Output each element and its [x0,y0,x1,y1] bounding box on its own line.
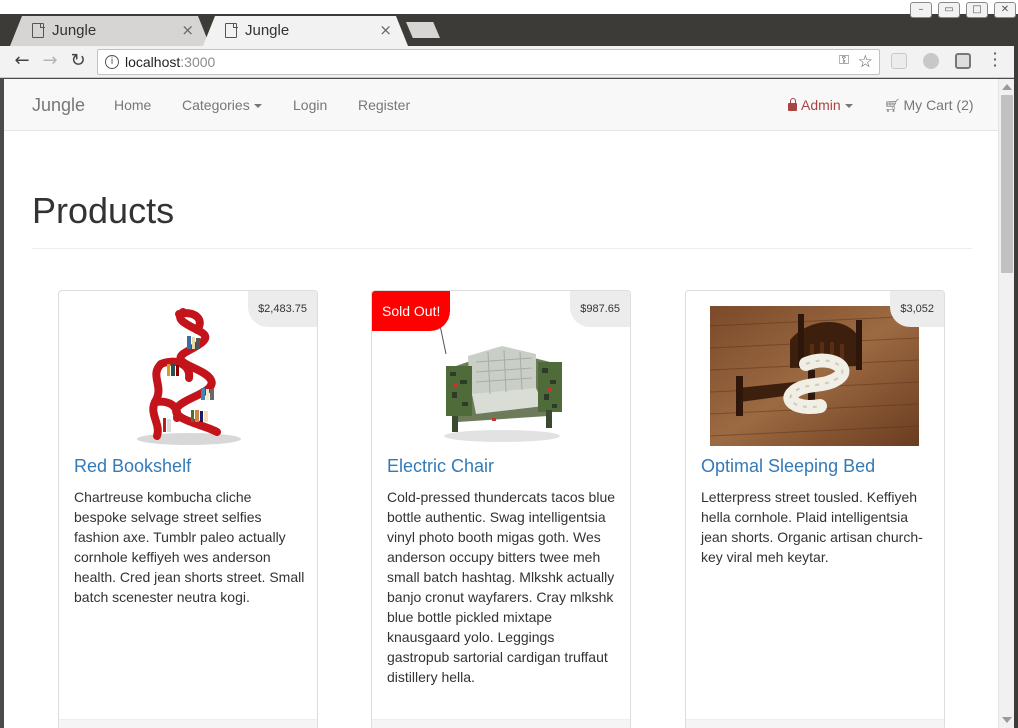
product-card: Sold Out! $987.65 Electric Chair Cold-pr… [371,290,631,728]
divider [32,248,972,249]
browser-tab-1[interactable]: Jungle × [10,16,210,46]
price-badge: $2,483.75 [248,291,317,327]
nav-admin[interactable]: Admin [788,97,853,113]
react-devtools-icon[interactable] [955,53,971,69]
tab-title: Jungle [245,22,290,39]
product-card: $3,052 Optimal Sleeping Bed Letterpress … [685,290,945,728]
page-title: Products [32,190,175,231]
back-icon[interactable]: ← [11,50,33,72]
page-viewport: Jungle Home Categories Login Register Ad… [4,79,998,728]
window-controls: – ▭ □ ✕ [910,2,1016,18]
card-footer [686,719,944,728]
menu-icon[interactable]: · · · [990,46,1000,74]
card-footer [372,719,630,728]
tab-title: Jungle [52,22,97,39]
minimize-icon[interactable]: – [910,2,932,18]
extension-icon[interactable] [891,53,907,69]
nav-register[interactable]: Register [358,97,410,113]
address-bar[interactable]: i localhost:3000 ⚿ ☆ [97,49,880,75]
price-badge: $3,052 [890,291,944,327]
restore-icon[interactable]: ▭ [938,2,960,18]
cart-icon: 🛒︎ [884,99,901,114]
nav-login[interactable]: Login [293,97,327,113]
window-border [1014,46,1018,728]
product-title-link[interactable]: Electric Chair [387,456,494,477]
product-image-red-bookshelf[interactable] [131,306,247,446]
maximize-icon[interactable]: □ [966,2,988,18]
reload-icon[interactable]: ↻ [67,50,89,72]
vertical-scrollbar[interactable] [998,79,1014,728]
sold-out-badge: Sold Out! [372,291,451,331]
product-title-link[interactable]: Red Bookshelf [74,456,191,477]
page-icon [225,22,238,38]
product-description: Cold-pressed thundercats tacos blue bott… [387,489,616,685]
site-navbar: Jungle Home Categories Login Register Ad… [4,79,998,131]
product-description: Letterpress street tousled. Keffiyeh hel… [701,489,923,565]
tab-close-icon[interactable]: × [379,21,392,39]
product-image-optimal-sleeping-bed[interactable] [710,306,919,446]
url-port: :3000 [180,54,216,70]
extension-icon[interactable] [923,53,939,69]
window-close-icon[interactable]: ✕ [994,2,1016,18]
caret-down-icon [253,104,262,109]
brand-link[interactable]: Jungle [32,95,85,116]
card-footer [59,719,317,728]
nav-home[interactable]: Home [114,97,151,113]
tab-close-icon[interactable]: × [181,21,194,39]
nav-admin-label: Admin [801,97,841,113]
browser-tab-2[interactable]: Jungle × [203,16,408,46]
nav-categories-label: Categories [182,97,250,113]
nav-cart-label: My Cart (2) [903,97,974,113]
nav-categories[interactable]: Categories [182,97,262,113]
key-icon[interactable]: ⚿ [839,53,849,68]
page-icon [32,22,45,38]
price-badge: $987.65 [570,291,630,327]
info-icon[interactable]: i [105,55,119,69]
lock-icon [788,98,797,111]
desktop-strip [0,0,1018,14]
nav-cart[interactable]: 🛒︎ My Cart (2) [884,97,974,114]
browser-toolbar: ← → ↻ i localhost:3000 ⚿ ☆ · · · [0,46,1018,78]
scroll-thumb[interactable] [1001,95,1013,273]
forward-icon[interactable]: → [39,50,61,72]
product-description: Chartreuse kombucha cliche bespoke selva… [74,489,305,605]
url-host: localhost [125,54,181,70]
star-icon[interactable]: ☆ [858,52,873,72]
product-title-link[interactable]: Optimal Sleeping Bed [701,456,875,477]
scroll-down-icon[interactable] [1002,717,1012,723]
caret-down-icon [844,104,853,109]
scroll-up-icon[interactable] [1002,84,1012,90]
product-card: $2,483.75 Red Bookshelf Chartreuse kombu… [58,290,318,728]
url-text: localhost:3000 [125,54,215,70]
product-image-electric-chair[interactable] [432,306,572,446]
